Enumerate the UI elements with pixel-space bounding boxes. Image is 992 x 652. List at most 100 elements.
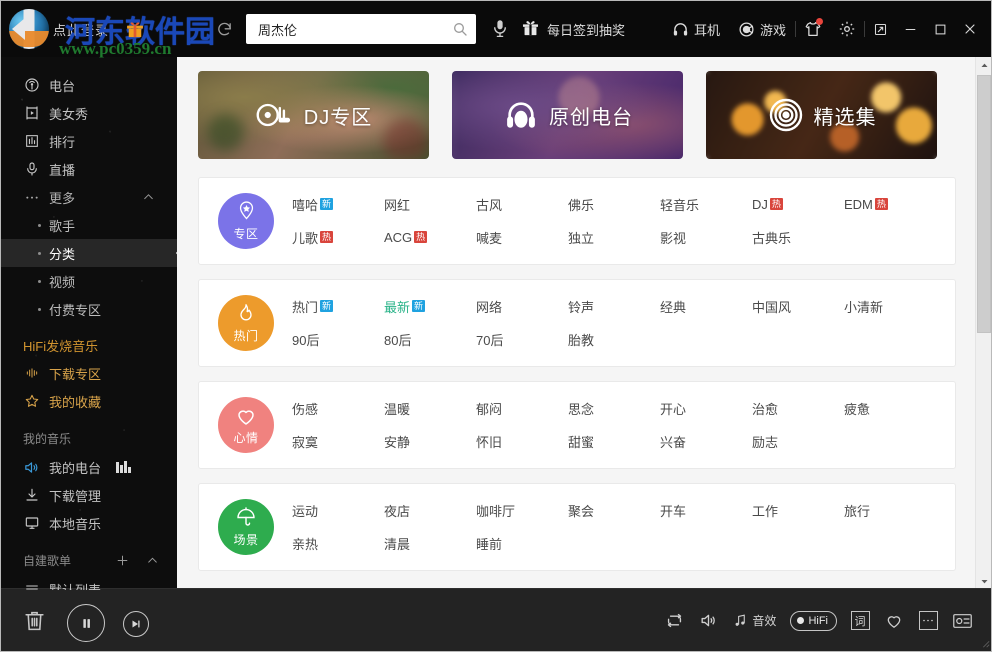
category-item[interactable]: 清晨 [384,527,476,560]
category-item[interactable]: 佛乐 [568,188,660,221]
lyrics-button[interactable]: 词 [843,589,877,651]
sidebar-item-video[interactable]: 视频 [1,267,177,295]
play-pause-button[interactable] [67,604,105,642]
category-item[interactable]: ACG 热 [384,221,476,254]
search-input[interactable] [258,21,452,37]
next-track-button[interactable] [123,611,149,637]
category-item-selected[interactable]: 最新新 [384,290,476,323]
search-icon[interactable] [452,21,468,37]
category-item[interactable]: 网络 [476,290,568,323]
category-item[interactable]: 独立 [568,221,660,254]
category-item[interactable]: 运动 [292,494,384,527]
category-item[interactable]: 励志 [752,425,844,458]
sidebar-item-my-radio[interactable]: 我的电台 [1,453,177,481]
game-button[interactable]: 游戏 [729,1,795,57]
sidebar-item-radio[interactable]: 电台 [1,71,177,99]
category-item[interactable]: 治愈 [752,392,844,425]
settings-button[interactable] [830,1,864,57]
sidebar-item-default-playlist[interactable]: 默认列表 [1,575,177,590]
category-item[interactable]: EDM 热 [844,188,936,221]
category-item[interactable]: 聚会 [568,494,660,527]
category-item[interactable]: 怀旧 [476,425,568,458]
category-item[interactable]: 80后 [384,323,476,356]
category-item[interactable]: 睡前 [476,527,568,560]
category-item[interactable]: 轻音乐 [660,188,752,221]
category-item[interactable]: 经典 [660,290,752,323]
category-item[interactable]: 兴奋 [660,425,752,458]
close-button[interactable] [955,1,985,57]
mini-mode-button[interactable] [865,1,895,57]
category-item[interactable]: 旅行 [844,494,936,527]
sidebar-item-local-music[interactable]: 本地音乐 [1,509,177,537]
hifi-toggle[interactable]: HiFi [790,610,837,631]
category-item[interactable]: 温暖 [384,392,476,425]
login-button[interactable]: 点此登录 [53,20,109,39]
sidebar-item-download-manager[interactable]: 下载管理 [1,481,177,509]
category-item[interactable]: 古风 [476,188,568,221]
category-item[interactable]: 安静 [384,425,476,458]
scroll-up-button[interactable] [976,57,991,74]
resize-grip-icon[interactable] [980,638,990,648]
add-playlist-button[interactable] [115,553,130,568]
category-item[interactable]: 儿歌热 [292,221,384,254]
refresh-icon[interactable] [214,19,234,39]
category-item[interactable]: 开车 [660,494,752,527]
category-item[interactable]: 嘻哈新 [292,188,384,221]
banner-dj-zone[interactable]: DJ专区 [198,71,429,159]
category-item[interactable]: 网红 [384,188,476,221]
category-item[interactable]: 疲惫 [844,392,936,425]
category-item[interactable]: 寂寞 [292,425,384,458]
sound-effects-button[interactable]: 音效 [725,612,784,629]
category-item[interactable]: 古典乐 [752,221,844,254]
sidebar-item-more[interactable]: 更多 [1,183,177,211]
category-item[interactable]: 影视 [660,221,752,254]
voice-search-icon[interactable] [491,18,509,39]
skin-button[interactable] [796,1,830,57]
category-item[interactable]: 咖啡厅 [476,494,568,527]
playlist-queue-button[interactable] [945,589,979,651]
gift-icon[interactable] [521,18,540,37]
category-item[interactable]: 小清新 [844,290,936,323]
category-item[interactable]: 甜蜜 [568,425,660,458]
category-item[interactable]: 喊麦 [476,221,568,254]
sidebar-item-ranking[interactable]: 排行 [1,127,177,155]
category-item[interactable]: 胎教 [568,323,660,356]
favorite-button[interactable] [877,589,911,651]
content-scrollbar[interactable] [975,57,991,590]
category-item[interactable]: 热门新 [292,290,384,323]
delete-button[interactable] [21,607,48,634]
sidebar-item-hifi[interactable]: HiFi发烧音乐 [1,331,177,359]
sidebar-item-singers[interactable]: 歌手 [1,211,177,239]
category-item[interactable]: 铃声 [568,290,660,323]
sidebar-item-download-zone[interactable]: 下载专区 [1,359,177,387]
category-item[interactable]: 中国风 [752,290,844,323]
banner-original-radio[interactable]: 原创电台 [452,71,683,159]
category-item[interactable]: 郁闷 [476,392,568,425]
volume-button[interactable] [691,589,725,651]
chevron-up-icon[interactable] [142,191,155,204]
category-item[interactable]: 夜店 [384,494,476,527]
daily-signin-button[interactable]: 每日签到抽奖 [547,20,625,39]
sidebar-item-categories[interactable]: 分类 [1,239,177,267]
category-item[interactable]: 伤感 [292,392,384,425]
banner-collection[interactable]: 精选集 [706,71,937,159]
minimize-button[interactable] [895,1,925,57]
sidebar-item-beauty-show[interactable]: 美女秀 [1,99,177,127]
category-item[interactable]: 思念 [568,392,660,425]
category-item[interactable]: 亲热 [292,527,384,560]
scrollbar-thumb[interactable] [977,75,991,333]
category-item[interactable]: 工作 [752,494,844,527]
category-item[interactable]: 90后 [292,323,384,356]
sidebar-item-paid-zone[interactable]: 付费专区 [1,295,177,323]
maximize-button[interactable] [925,1,955,57]
more-options-button[interactable] [911,589,945,651]
headphone-button[interactable]: 耳机 [663,1,729,57]
sidebar-item-live[interactable]: 直播 [1,155,177,183]
category-item[interactable]: 开心 [660,392,752,425]
repeat-mode-button[interactable] [657,589,691,651]
category-item[interactable]: 70后 [476,323,568,356]
collapse-playlists-icon[interactable] [146,554,159,567]
search-box[interactable] [246,14,476,44]
sidebar-item-favorites[interactable]: 我的收藏 [1,387,177,415]
category-item[interactable]: DJ 热 [752,188,844,221]
